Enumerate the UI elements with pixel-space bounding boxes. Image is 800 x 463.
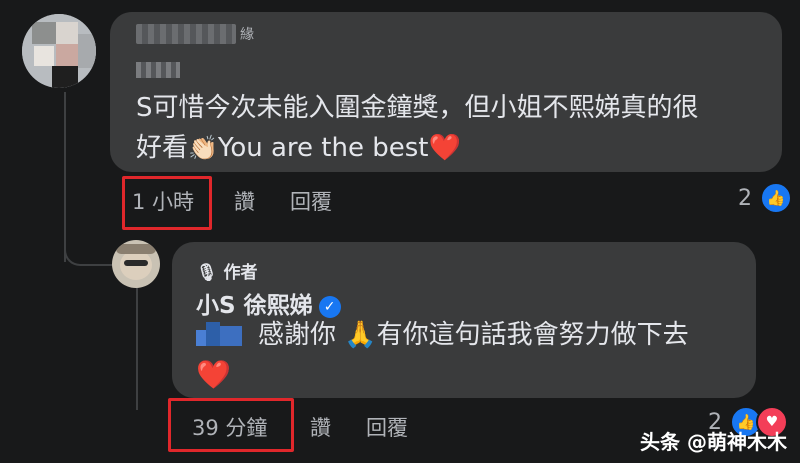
- author-badge: 🎙 作者: [196, 258, 258, 283]
- reply-text-part1: 感謝你: [258, 320, 337, 350]
- reply-reply-button[interactable]: 回覆: [366, 412, 408, 442]
- microphone-icon: 🎙: [196, 263, 218, 283]
- comment-line-2: 好看👏🏻You are the best❤️: [136, 128, 776, 168]
- pray-emoji: 🙏: [344, 320, 377, 350]
- watermark: 头条 @萌神木木: [640, 430, 787, 454]
- comment-text: S可惜今次未能入圍金鐘獎，但小姐不熙娣真的很 好看👏🏻You are the b…: [136, 88, 776, 168]
- comment-line-1: S可惜今次未能入圍金鐘獎，但小姐不熙娣真的很: [136, 93, 699, 123]
- thread-line-reply: [136, 286, 138, 410]
- like-icon[interactable]: 👍: [760, 182, 792, 214]
- reply-heart-emoji: ❤️: [196, 358, 231, 391]
- clap-emoji: 👏🏻: [188, 134, 218, 162]
- reply-timestamp[interactable]: 39 分鐘: [192, 412, 267, 442]
- comment-line-2-prefix: 好看: [136, 133, 189, 163]
- comment-reply-button[interactable]: 回覆: [290, 186, 332, 216]
- reply-like-button[interactable]: 讚: [310, 412, 331, 442]
- reply-text-part2: 有你這句話我會努力做下去: [376, 320, 689, 350]
- reply-sticker-blurred: [196, 322, 246, 346]
- comment-line-2-suffix: You are the best: [217, 133, 429, 163]
- thread-connector: [64, 238, 112, 266]
- thread-line: [64, 92, 66, 262]
- reply-author-name-text: 小S 徐熙娣: [196, 293, 313, 319]
- commenter-avatar[interactable]: [22, 14, 96, 88]
- comment-timestamp[interactable]: 1 小時: [132, 186, 194, 216]
- commenter-name-blurred[interactable]: 緣: [136, 24, 254, 44]
- heart-emoji: ❤️: [428, 133, 461, 163]
- reply-text: 感謝你 🙏有你這句話我會努力做下去: [258, 318, 689, 352]
- reply-author-name[interactable]: 小S 徐熙娣 ✓: [196, 286, 341, 320]
- author-badge-label: 作者: [223, 263, 258, 283]
- author-avatar[interactable]: [112, 240, 160, 288]
- commenter-name-fragment: 緣: [240, 27, 254, 43]
- comment-like-button[interactable]: 讚: [234, 186, 255, 216]
- comment-reaction-count[interactable]: 2: [738, 186, 752, 211]
- verified-icon: ✓: [318, 296, 341, 318]
- commenter-subname-blurred: [136, 62, 180, 78]
